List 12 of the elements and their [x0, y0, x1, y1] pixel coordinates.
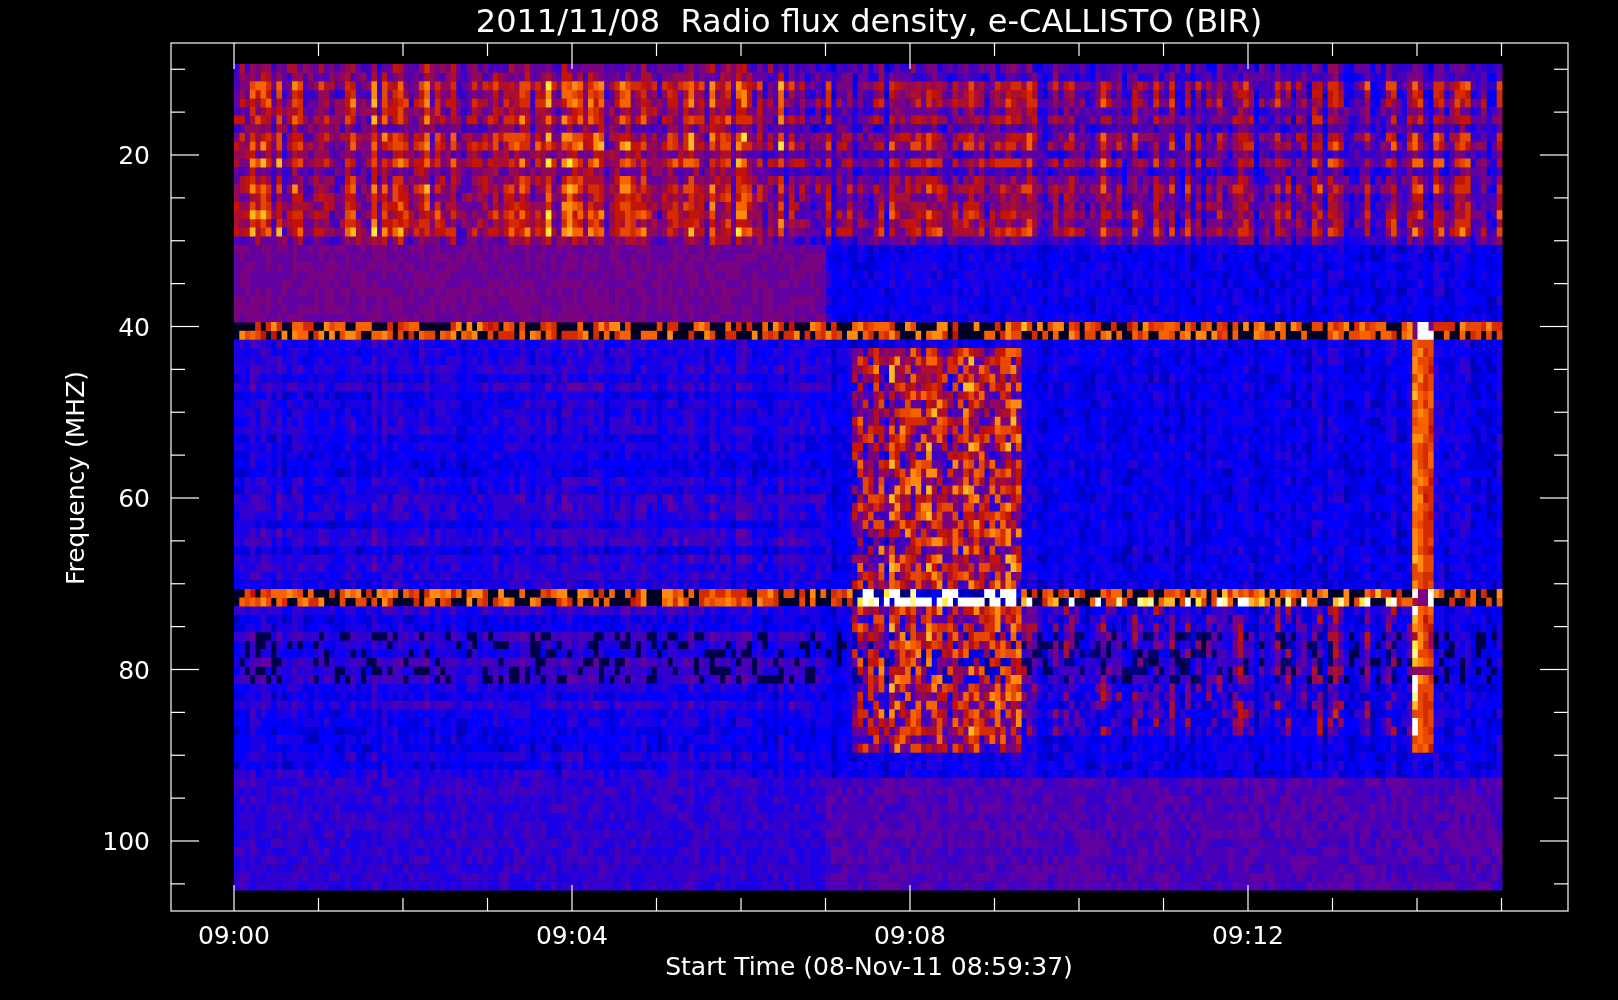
y-axis-label: Frequency (MHZ)	[61, 370, 90, 586]
y-tick-label: 40	[118, 312, 150, 342]
y-tick-label: 80	[118, 655, 150, 685]
y-tick-label: 100	[102, 827, 150, 856]
y-tick-label: 60	[118, 484, 150, 513]
x-tick-label: 09:12	[1212, 921, 1284, 950]
x-axis-label: Start Time (08-Nov-11 08:59:37)	[665, 952, 1073, 981]
x-tick-label: 09:08	[874, 921, 946, 950]
x-tick-label: 09:00	[198, 921, 270, 950]
chart-title: 2011/11/08 Radio flux density, e-CALLISTO (BIR)	[475, 2, 1263, 40]
x-tick-label: 09:04	[536, 921, 608, 950]
y-tick-label: 20	[118, 141, 150, 170]
